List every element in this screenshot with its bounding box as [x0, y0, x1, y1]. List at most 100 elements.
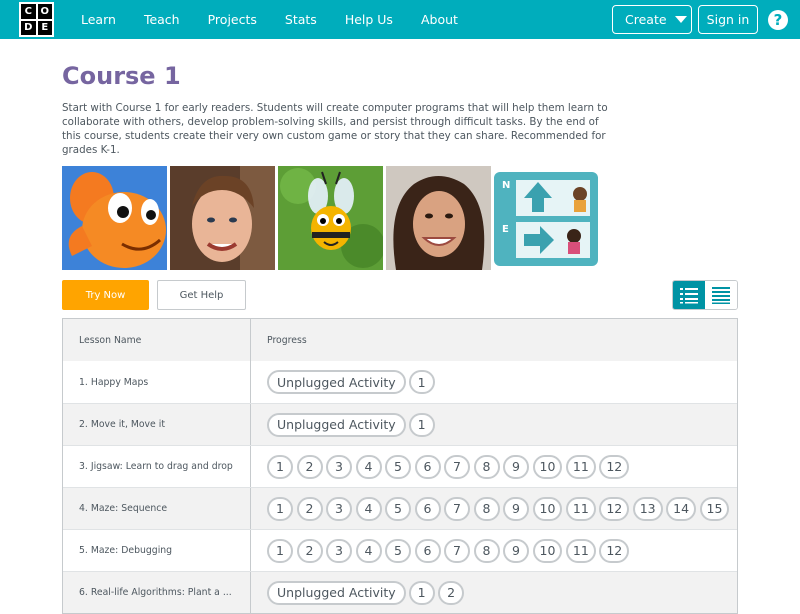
page-title: Course 1 — [62, 62, 181, 90]
nav-projects[interactable]: Projects — [208, 12, 257, 27]
logo-letter: E — [37, 20, 52, 35]
chevron-down-icon — [674, 16, 687, 23]
lesson-progress: 1 2 3 4 5 6 7 8 9 10 11 12 13 14 15 — [251, 488, 737, 529]
table-header-row: Lesson Name Progress — [63, 319, 737, 361]
create-dropdown-button[interactable]: Create — [612, 5, 692, 34]
level-bubble[interactable]: 7 — [444, 538, 470, 563]
level-bubble[interactable]: 9 — [503, 454, 529, 479]
level-bubble[interactable]: 8 — [473, 454, 500, 479]
table-row: 3. Jigsaw: Learn to drag and drop 1 2 3 4 5 6 7… — [63, 445, 737, 487]
level-bubble[interactable]: 2 — [296, 454, 323, 479]
level-bubble[interactable]: 11 — [565, 454, 596, 479]
nav-teach[interactable]: Teach — [144, 12, 180, 27]
lesson-name[interactable]: 1. Happy Maps — [63, 361, 251, 403]
level-bubble[interactable]: 8 — [473, 496, 500, 521]
level-bubble[interactable]: 1 — [267, 454, 293, 479]
level-bubble[interactable]: 8 — [473, 538, 500, 563]
lesson-name-header: Lesson Name — [63, 319, 251, 361]
level-bubble[interactable]: 6 — [414, 496, 441, 521]
level-bubble[interactable]: 10 — [532, 496, 563, 521]
nav-help-us[interactable]: Help Us — [345, 12, 393, 27]
svg-text:E: E — [502, 224, 509, 235]
level-bubble[interactable]: 6 — [414, 538, 441, 563]
logo-letter: O — [37, 4, 52, 19]
level-bubble[interactable]: 7 — [444, 496, 470, 521]
lesson-progress: Unplugged Activity 1 — [251, 361, 737, 403]
detail-list-icon[interactable] — [673, 281, 705, 309]
level-bubble[interactable]: 1 — [408, 580, 435, 605]
bee-character-image — [278, 166, 383, 270]
nav-about[interactable]: About — [421, 12, 458, 27]
level-bubble[interactable]: 3 — [326, 454, 352, 479]
table-row: 1. Happy Maps Unplugged Activity 1 — [63, 361, 737, 403]
level-bubble[interactable]: 4 — [355, 538, 382, 563]
get-help-button[interactable]: Get Help — [157, 280, 246, 310]
level-bubble[interactable]: 2 — [296, 496, 323, 521]
nav-learn[interactable]: Learn — [81, 12, 116, 27]
create-label: Create — [625, 12, 667, 27]
lesson-name[interactable]: 4. Maze: Sequence — [63, 488, 251, 529]
level-bubble[interactable]: 14 — [666, 496, 697, 521]
sign-in-button[interactable]: Sign in — [698, 5, 758, 34]
lesson-name[interactable]: 6. Real-life Algorithms: Plant a ... — [63, 572, 251, 613]
main-nav: Learn Teach Projects Stats Help Us About — [81, 0, 486, 39]
lesson-progress: 1 2 3 4 5 6 7 8 9 10 11 12 — [251, 530, 737, 571]
table-row: 4. Maze: Sequence 1 2 3 4 5 6 7 8 9 10 11 12 13 14 15 — [63, 487, 737, 529]
lesson-name[interactable]: 2. Move it, Move it — [63, 404, 251, 445]
level-bubble[interactable]: 3 — [326, 538, 352, 563]
progress-header: Progress — [267, 334, 307, 346]
level-bubble[interactable]: 12 — [599, 454, 630, 479]
level-bubble[interactable]: 10 — [532, 538, 563, 563]
nav-stats[interactable]: Stats — [285, 12, 317, 27]
level-bubble[interactable]: 9 — [503, 538, 529, 563]
unplugged-activity-bubble[interactable]: Unplugged Activity — [267, 370, 406, 394]
level-bubble[interactable]: 1 — [267, 496, 293, 521]
level-bubble[interactable]: 12 — [599, 538, 630, 563]
level-bubble[interactable]: 5 — [385, 496, 411, 521]
lesson-name[interactable]: 5. Maze: Debugging — [63, 530, 251, 571]
level-bubble[interactable]: 7 — [444, 454, 470, 479]
man-portrait-image — [170, 166, 275, 270]
level-bubble[interactable]: 11 — [565, 538, 596, 563]
level-bubble[interactable]: 15 — [699, 496, 730, 521]
view-toggle — [672, 280, 738, 310]
course-thumbnails: N E — [62, 166, 598, 270]
level-bubble[interactable]: 2 — [296, 538, 323, 563]
unplugged-activity-bubble[interactable]: Unplugged Activity — [267, 412, 406, 437]
level-bubble[interactable]: 1 — [267, 538, 293, 563]
lesson-name[interactable]: 3. Jigsaw: Learn to drag and drop — [63, 446, 251, 487]
level-bubble[interactable]: 10 — [532, 454, 563, 479]
level-bubble[interactable]: 9 — [503, 496, 529, 521]
help-icon[interactable]: ? — [768, 10, 788, 30]
lesson-progress: 1 2 3 4 5 6 7 8 9 10 11 12 — [251, 446, 737, 487]
table-row: 2. Move it, Move it Unplugged Activity 1 — [63, 403, 737, 445]
lessons-table: Lesson Name Progress 1. Happy Maps Unplug… — [62, 318, 738, 614]
try-now-button[interactable]: Try Now — [62, 280, 149, 310]
summary-list-icon[interactable] — [705, 281, 737, 309]
code-org-logo[interactable]: C O D E — [19, 2, 54, 37]
orange-fish-image — [62, 166, 167, 270]
level-bubble[interactable]: 1 — [408, 370, 435, 394]
table-row: 5. Maze: Debugging 1 2 3 4 5 6 7 8 9 10 11 12 — [63, 529, 737, 571]
woman-portrait-image — [386, 166, 491, 270]
course-description: Start with Course 1 for early readers. S… — [62, 102, 608, 156]
level-bubble[interactable]: 4 — [355, 454, 382, 479]
lesson-progress: Unplugged Activity 1 — [251, 404, 737, 445]
level-bubble[interactable]: 4 — [355, 496, 382, 521]
level-bubble[interactable]: 5 — [385, 454, 411, 479]
logo-letter: C — [21, 4, 36, 19]
top-navigation-bar: C O D E Learn Teach Projects Stats Help … — [0, 0, 800, 39]
level-bubble[interactable]: 1 — [408, 412, 435, 437]
lesson-progress: Unplugged Activity 1 2 — [251, 572, 737, 613]
level-bubble[interactable]: 5 — [385, 538, 411, 563]
level-bubble[interactable]: 12 — [599, 496, 630, 521]
level-bubble[interactable]: 6 — [414, 454, 441, 479]
svg-text:N: N — [502, 180, 510, 191]
level-bubble[interactable]: 13 — [632, 496, 663, 521]
level-bubble[interactable]: 11 — [565, 496, 596, 521]
unplugged-activity-bubble[interactable]: Unplugged Activity — [267, 580, 406, 605]
table-row: 6. Real-life Algorithms: Plant a ... Unpl… — [63, 571, 737, 613]
logo-letter: D — [21, 20, 36, 35]
level-bubble[interactable]: 2 — [438, 580, 465, 605]
level-bubble[interactable]: 3 — [326, 496, 352, 521]
